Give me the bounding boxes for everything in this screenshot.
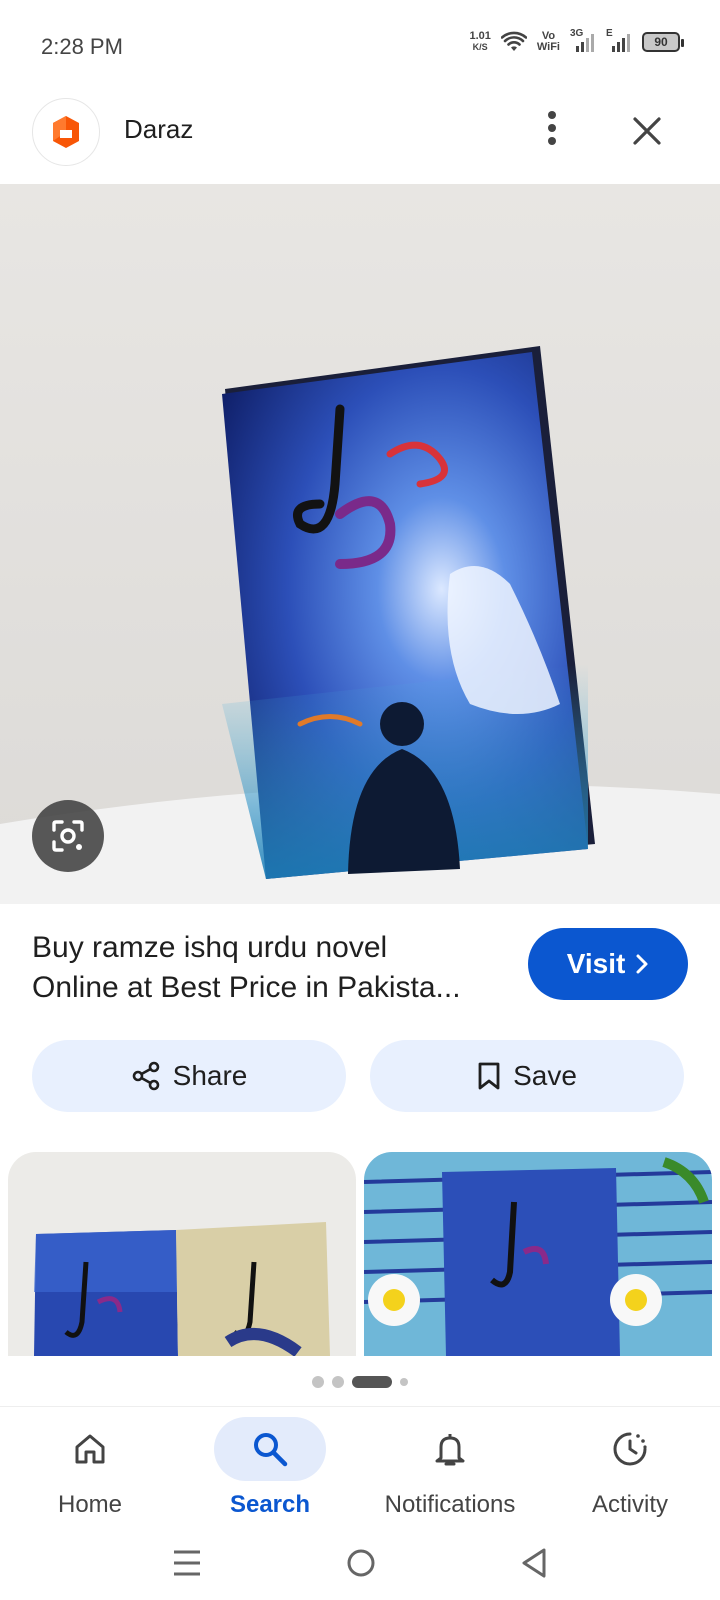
main-result-image[interactable]: [0, 184, 720, 904]
carousel-indicator: [0, 1374, 720, 1390]
back-button[interactable]: [520, 1547, 548, 1584]
battery-icon: 90: [642, 32, 684, 52]
signal-sim2: E: [606, 28, 632, 54]
lens-icon: [52, 820, 84, 852]
vowifi-indicator: Vo WiFi: [537, 31, 560, 53]
nav-notifications[interactable]: Notifications: [360, 1407, 540, 1530]
activity-icon: [574, 1417, 686, 1481]
search-icon: [214, 1417, 326, 1481]
circle-icon: [347, 1549, 375, 1576]
daraz-logo-icon: [32, 98, 100, 166]
carousel-dot: [312, 1376, 324, 1388]
nav-activity[interactable]: Activity: [540, 1407, 720, 1530]
app-header: Daraz: [0, 92, 720, 184]
related-image-1[interactable]: [8, 1152, 356, 1356]
result-title[interactable]: Buy ramze ishq urdu novel Online at Best…: [32, 928, 502, 1008]
status-icons: 1.01 K/S Vo WiFi 3G E 90: [469, 28, 684, 54]
chevron-right-icon: [636, 954, 648, 974]
nav-search[interactable]: Search: [180, 1407, 360, 1530]
site-name: Daraz: [124, 114, 194, 144]
visit-label: Visit: [566, 948, 626, 979]
share-button[interactable]: Share: [32, 1040, 346, 1112]
signal-sim1: 3G: [570, 28, 596, 54]
carousel-dot: [332, 1376, 344, 1388]
carousel-dot: [400, 1378, 408, 1386]
bell-icon: [394, 1417, 506, 1481]
nav-search-label: Search: [229, 1491, 311, 1518]
home-icon: [34, 1417, 146, 1481]
share-icon: [132, 1061, 159, 1091]
network-speed-value: 1.01: [469, 30, 491, 42]
nav-home-label: Home: [57, 1491, 123, 1518]
nav-home[interactable]: Home: [0, 1407, 180, 1530]
status-time: 2:28 PM: [41, 34, 123, 59]
wifi-icon: [500, 31, 527, 51]
network-speed: 1.01 K/S: [469, 31, 490, 53]
system-navigation: [0, 1530, 720, 1600]
recents-button[interactable]: [172, 1549, 202, 1582]
more-vert-icon[interactable]: [530, 106, 574, 150]
back-triangle-icon: [522, 1548, 546, 1577]
result-title-line2: Online at Best Price in Pakista...: [32, 971, 461, 1004]
result-title-line1: Buy ramze ishq urdu novel: [32, 931, 388, 964]
network-speed-unit: K/S: [472, 42, 488, 52]
nav-activity-label: Activity: [591, 1491, 668, 1518]
related-images: [8, 1152, 712, 1356]
save-button[interactable]: Save: [370, 1040, 684, 1112]
lens-search-button[interactable]: [32, 800, 104, 872]
signal-sim2-icon: [612, 34, 630, 52]
nav-notifications-label: Notifications: [384, 1491, 516, 1518]
close-icon[interactable]: [622, 106, 672, 156]
save-label: Save: [513, 1060, 577, 1091]
signal-sim1-icon: [576, 34, 594, 52]
related-image-2[interactable]: [364, 1152, 712, 1356]
carousel-dot-active: [352, 1376, 392, 1388]
home-system-button[interactable]: [346, 1548, 376, 1583]
share-label: Share: [172, 1060, 248, 1091]
status-bar: 2:28 PM 1.01 K/S Vo WiFi 3G E 90: [0, 0, 720, 92]
bookmark-icon: [478, 1062, 500, 1090]
visit-button[interactable]: Visit: [528, 928, 688, 1000]
recents-icon: [174, 1550, 200, 1575]
bottom-navigation: Home Search Notifications Activity: [0, 1406, 720, 1530]
vowifi-bottom: WiFi: [536, 41, 560, 53]
